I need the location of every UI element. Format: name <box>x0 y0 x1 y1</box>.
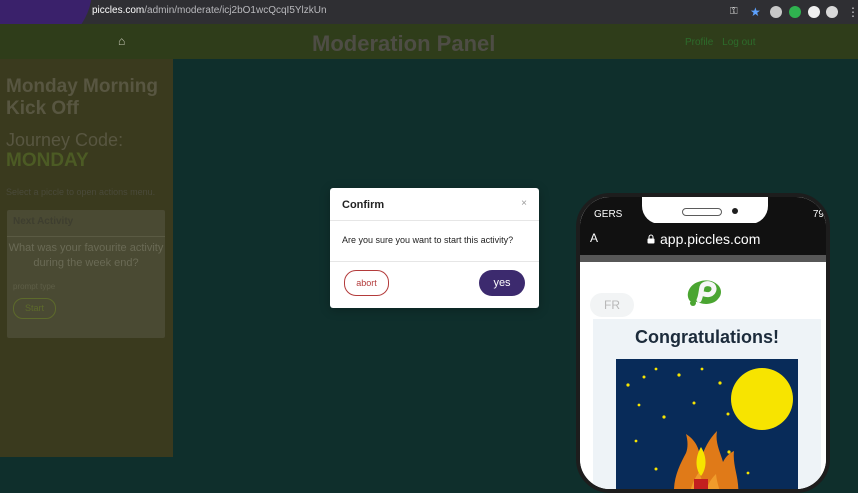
phone-mockup: GERS 79 A app.piccles.com FR Congratulat… <box>576 193 830 493</box>
congrats-panel: Congratulations! <box>593 319 821 489</box>
phone-url: app.piccles.com <box>660 231 761 247</box>
profile-link[interactable]: Profile <box>685 37 713 48</box>
browser-toolbar: piccles.com/admin/moderate/icj2bO1wcQcqI… <box>0 0 858 24</box>
key-icon[interactable]: ⚿ <box>730 6 742 18</box>
puzzle-icon[interactable] <box>808 6 820 18</box>
star-icon[interactable]: ★ <box>750 6 762 18</box>
close-icon[interactable]: × <box>519 199 529 209</box>
extension-icon[interactable] <box>770 6 782 18</box>
journey-code: MONDAY <box>6 150 89 171</box>
lock-icon <box>647 234 655 244</box>
phone-notch <box>642 197 768 224</box>
piccles-logo <box>687 280 721 306</box>
camera-icon <box>732 208 738 214</box>
url-host: piccles.com <box>92 5 145 16</box>
more-vert-icon[interactable]: ⋮ <box>847 6 858 18</box>
logout-link[interactable]: Log out <box>722 37 755 48</box>
speaker-icon <box>682 208 722 216</box>
app-header: ⌂ Moderation Panel Profile Log out <box>0 24 858 59</box>
phone-topstrip <box>580 255 826 262</box>
extension-icon[interactable] <box>789 6 801 18</box>
next-activity-card: Next Activity What was your favourite ac… <box>7 210 165 338</box>
prompt-type: prompt type <box>13 282 56 291</box>
next-activity-question: What was your favourite activity during … <box>8 242 164 269</box>
abort-button[interactable]: abort <box>344 270 389 296</box>
next-activity-label: Next Activity <box>13 216 74 227</box>
journey-title: Monday Morning Kick Off <box>6 76 158 119</box>
top-nav: Profile Log out <box>685 37 762 48</box>
phone-page: FR Congratulations! <box>580 255 826 489</box>
start-button[interactable]: Start <box>13 298 56 319</box>
page: ⌂ Moderation Panel Profile Log out Monda… <box>0 24 858 493</box>
address-left-text: A <box>590 231 599 245</box>
page-title: Moderation Panel <box>312 31 496 56</box>
campfire-painting <box>616 359 798 489</box>
card-divider <box>7 236 165 237</box>
address-bar[interactable]: piccles.com/admin/moderate/icj2bO1wcQcqI… <box>92 5 327 16</box>
journey-code-label: Journey Code: <box>6 130 124 150</box>
modal-divider <box>330 261 539 262</box>
modal-title: Confirm <box>342 199 385 211</box>
confirm-modal: Confirm × Are you sure you want to start… <box>330 188 539 308</box>
phone-address-bar[interactable]: A app.piccles.com <box>580 223 826 255</box>
battery-text: 79 <box>812 209 824 220</box>
modal-divider <box>330 220 539 221</box>
modal-message: Are you sure you want to start this acti… <box>342 235 514 245</box>
carrier-text: GERS <box>594 209 623 220</box>
url-path: /admin/moderate/icj2bO1wcQcqI5YlzkUn <box>144 5 327 16</box>
sidebar: Monday Morning Kick Off Journey Code: MO… <box>0 59 173 457</box>
language-toggle[interactable]: FR <box>590 293 634 317</box>
home-icon[interactable]: ⌂ <box>118 35 130 47</box>
profile-icon[interactable] <box>826 6 838 18</box>
sidebar-hint: Select a piccle to open actions menu. <box>6 187 156 197</box>
yes-button[interactable]: yes <box>479 270 525 296</box>
congrats-heading: Congratulations! <box>635 327 779 347</box>
